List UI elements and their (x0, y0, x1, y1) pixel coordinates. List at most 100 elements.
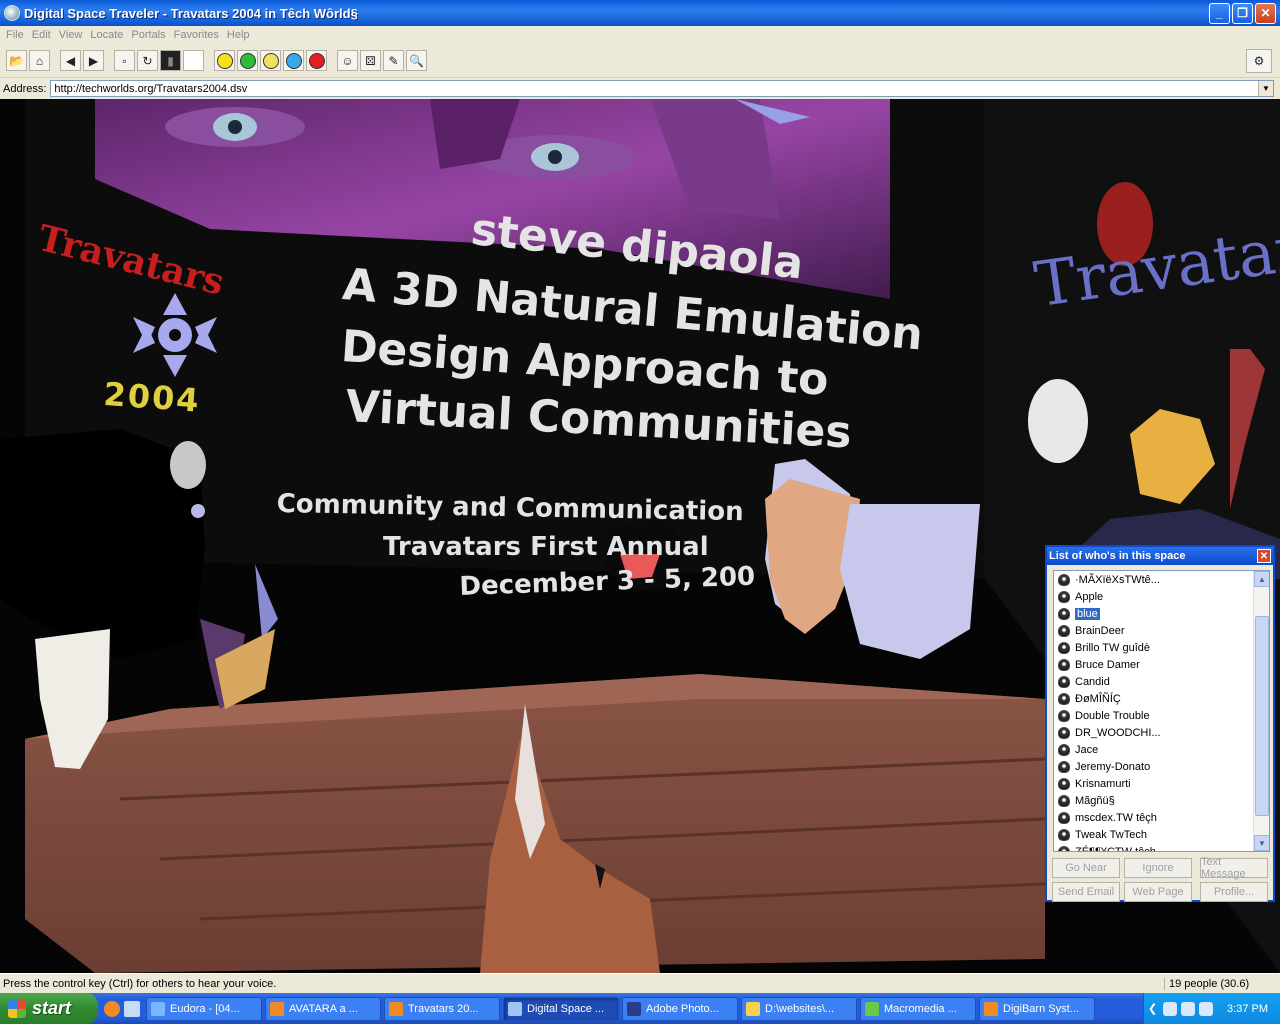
start-button[interactable]: start (0, 993, 98, 1024)
person-name: ÐøMÎÑÍÇ (1075, 692, 1121, 705)
document-icon[interactable]: ▫ (114, 50, 135, 71)
world-viewport[interactable]: steve dipaola A 3D Natural Emulation Des… (0, 99, 1280, 973)
ignore-button[interactable]: Ignore (1124, 858, 1192, 878)
person-name: ·MÃXïëXsTWtê... (1075, 573, 1160, 586)
avatar-icon (1058, 811, 1070, 824)
display-tray-icon[interactable] (1199, 1001, 1214, 1016)
taskbar-button-label: Eudora - [04... (170, 1002, 240, 1015)
menu-bar: File Edit View Locate Portals Favorites … (0, 26, 1280, 44)
taskbar-button[interactable]: Eudora - [04... (146, 996, 262, 1021)
menu-file[interactable]: File (4, 29, 30, 41)
happy-face-icon[interactable] (214, 50, 235, 71)
person-row[interactable]: blue (1054, 605, 1254, 622)
dice-icon[interactable]: ⚄ (360, 50, 381, 71)
document-edit-icon[interactable]: ✎ (383, 50, 404, 71)
scroll-down-icon[interactable]: ▼ (1254, 835, 1269, 851)
network-tray-icon[interactable] (1181, 1001, 1196, 1016)
text-message-button[interactable]: Text Message (1200, 856, 1268, 880)
neutral-face-icon[interactable] (260, 50, 281, 71)
forward-icon[interactable]: ▶ (83, 50, 104, 71)
open-folder-icon[interactable]: 📂 (6, 50, 27, 71)
windows-flag-icon (8, 999, 26, 1018)
taskbar-button[interactable]: D:\websites\... (741, 996, 857, 1021)
person-row[interactable]: Bruce Damer (1054, 656, 1254, 673)
app-icon (389, 1001, 403, 1016)
send-email-button[interactable]: Send Email (1052, 882, 1120, 902)
home-icon[interactable]: ⌂ (29, 50, 50, 71)
toolbar: 📂 ⌂ ◀ ▶ ▫ ↻ ▮ ☺ ⚄ ✎ 🔍 ⚙ (0, 44, 1280, 78)
people-scrollbar[interactable]: ▲ ▼ (1253, 571, 1269, 851)
white-swatch[interactable] (183, 50, 204, 71)
app-icon (865, 1001, 879, 1016)
taskbar-button[interactable]: DigiBarn Syst... (979, 996, 1095, 1021)
person-row[interactable]: Candid (1054, 673, 1254, 690)
taskbar-button[interactable]: Digital Space ... (503, 996, 619, 1021)
system-tray: ❮ 3:37 PM (1143, 993, 1280, 1024)
person-row[interactable]: Apple (1054, 588, 1254, 605)
close-button[interactable]: ✕ (1255, 2, 1276, 24)
person-row[interactable]: ·MÃXïëXsTWtê... (1054, 571, 1254, 588)
green-face-icon[interactable] (237, 50, 258, 71)
avatar-icon (1058, 726, 1070, 739)
people-list[interactable]: ·MÃXïëXsTWtê... Apple blue BrainDeer Brillo … (1053, 570, 1270, 852)
address-field[interactable]: ▼ (50, 80, 1274, 97)
close-icon[interactable]: ✕ (1257, 549, 1271, 563)
firefox-icon[interactable] (104, 1000, 120, 1017)
scroll-thumb[interactable] (1255, 616, 1269, 816)
settings-icon[interactable]: ⚙ (1246, 48, 1272, 73)
menu-edit[interactable]: Edit (30, 29, 57, 41)
taskbar-button[interactable]: Macromedia ... (860, 996, 976, 1021)
person-name: Brillo TW guîdè (1075, 641, 1150, 654)
volume-tray-icon[interactable] (1163, 1001, 1178, 1016)
taskbar-button-label: D:\websites\... (765, 1002, 835, 1015)
desktop-icon[interactable] (124, 1000, 140, 1017)
menu-help[interactable]: Help (225, 29, 256, 41)
person-row[interactable]: Krisnamurti (1054, 775, 1254, 792)
people-rows: ·MÃXïëXsTWtê... Apple blue BrainDeer Brillo … (1054, 571, 1254, 851)
avatar-icon (1058, 828, 1070, 841)
address-label: Address: (3, 82, 47, 95)
logo-year: 2004 (102, 375, 202, 420)
menu-favorites[interactable]: Favorites (172, 29, 225, 41)
profile-button[interactable]: Profile... (1200, 882, 1268, 902)
person-row[interactable]: Jace (1054, 741, 1254, 758)
red-face-icon[interactable] (306, 50, 327, 71)
avatar-icon[interactable]: ☺ (337, 50, 358, 71)
web-page-button[interactable]: Web Page (1124, 882, 1192, 902)
taskbar-button-label: Adobe Photo... (646, 1002, 719, 1015)
person-row[interactable]: Jeremy-Donato (1054, 758, 1254, 775)
person-row[interactable]: ÐøMÎÑÍÇ (1054, 690, 1254, 707)
refresh-icon[interactable]: ↻ (137, 50, 158, 71)
taskbar-button[interactable]: AVATARA a ... (265, 996, 381, 1021)
window-title: Digital Space Traveler - Travatars 2004 … (24, 5, 358, 21)
taskbar-button[interactable]: Adobe Photo... (622, 996, 738, 1021)
search-icon[interactable]: 🔍 (406, 50, 427, 71)
task-buttons: Eudora - [04... AVATARA a ... Travatars 20… (146, 996, 1098, 1021)
people-panel-title: List of who's in this space (1049, 550, 1186, 562)
back-icon[interactable]: ◀ (60, 50, 81, 71)
person-row[interactable]: Tweak TwTech (1054, 826, 1254, 843)
person-row[interactable]: Mãgñü§ (1054, 792, 1254, 809)
person-row[interactable]: ZÉ¶¶¥ÇTW têçh (1054, 843, 1254, 851)
volume-icon[interactable]: ▮ (160, 50, 181, 71)
chevron-down-icon[interactable]: ▼ (1258, 81, 1273, 96)
avatar-icon (1058, 573, 1070, 586)
go-near-button[interactable]: Go Near (1052, 858, 1120, 878)
scroll-up-icon[interactable]: ▲ (1254, 571, 1269, 587)
menu-locate[interactable]: Locate (88, 29, 129, 41)
person-row[interactable]: DR_WOODCHI... (1054, 724, 1254, 741)
minimize-button[interactable]: _ (1209, 2, 1230, 24)
person-row[interactable]: Double Trouble (1054, 707, 1254, 724)
person-row[interactable]: mscdex.TW têçh (1054, 809, 1254, 826)
menu-view[interactable]: View (57, 29, 89, 41)
restore-button[interactable]: ❐ (1232, 2, 1253, 24)
person-row[interactable]: BrainDeer (1054, 622, 1254, 639)
menu-portals[interactable]: Portals (129, 29, 171, 41)
tray-expand-icon[interactable]: ❮ (1148, 1002, 1157, 1015)
taskbar-button[interactable]: Travatars 20... (384, 996, 500, 1021)
person-row[interactable]: Brillo TW guîdè (1054, 639, 1254, 656)
title-bar: Digital Space Traveler - Travatars 2004 … (0, 0, 1280, 26)
sad-face-icon[interactable] (283, 50, 304, 71)
avatar-icon (1058, 675, 1070, 688)
address-input[interactable] (51, 81, 1258, 96)
